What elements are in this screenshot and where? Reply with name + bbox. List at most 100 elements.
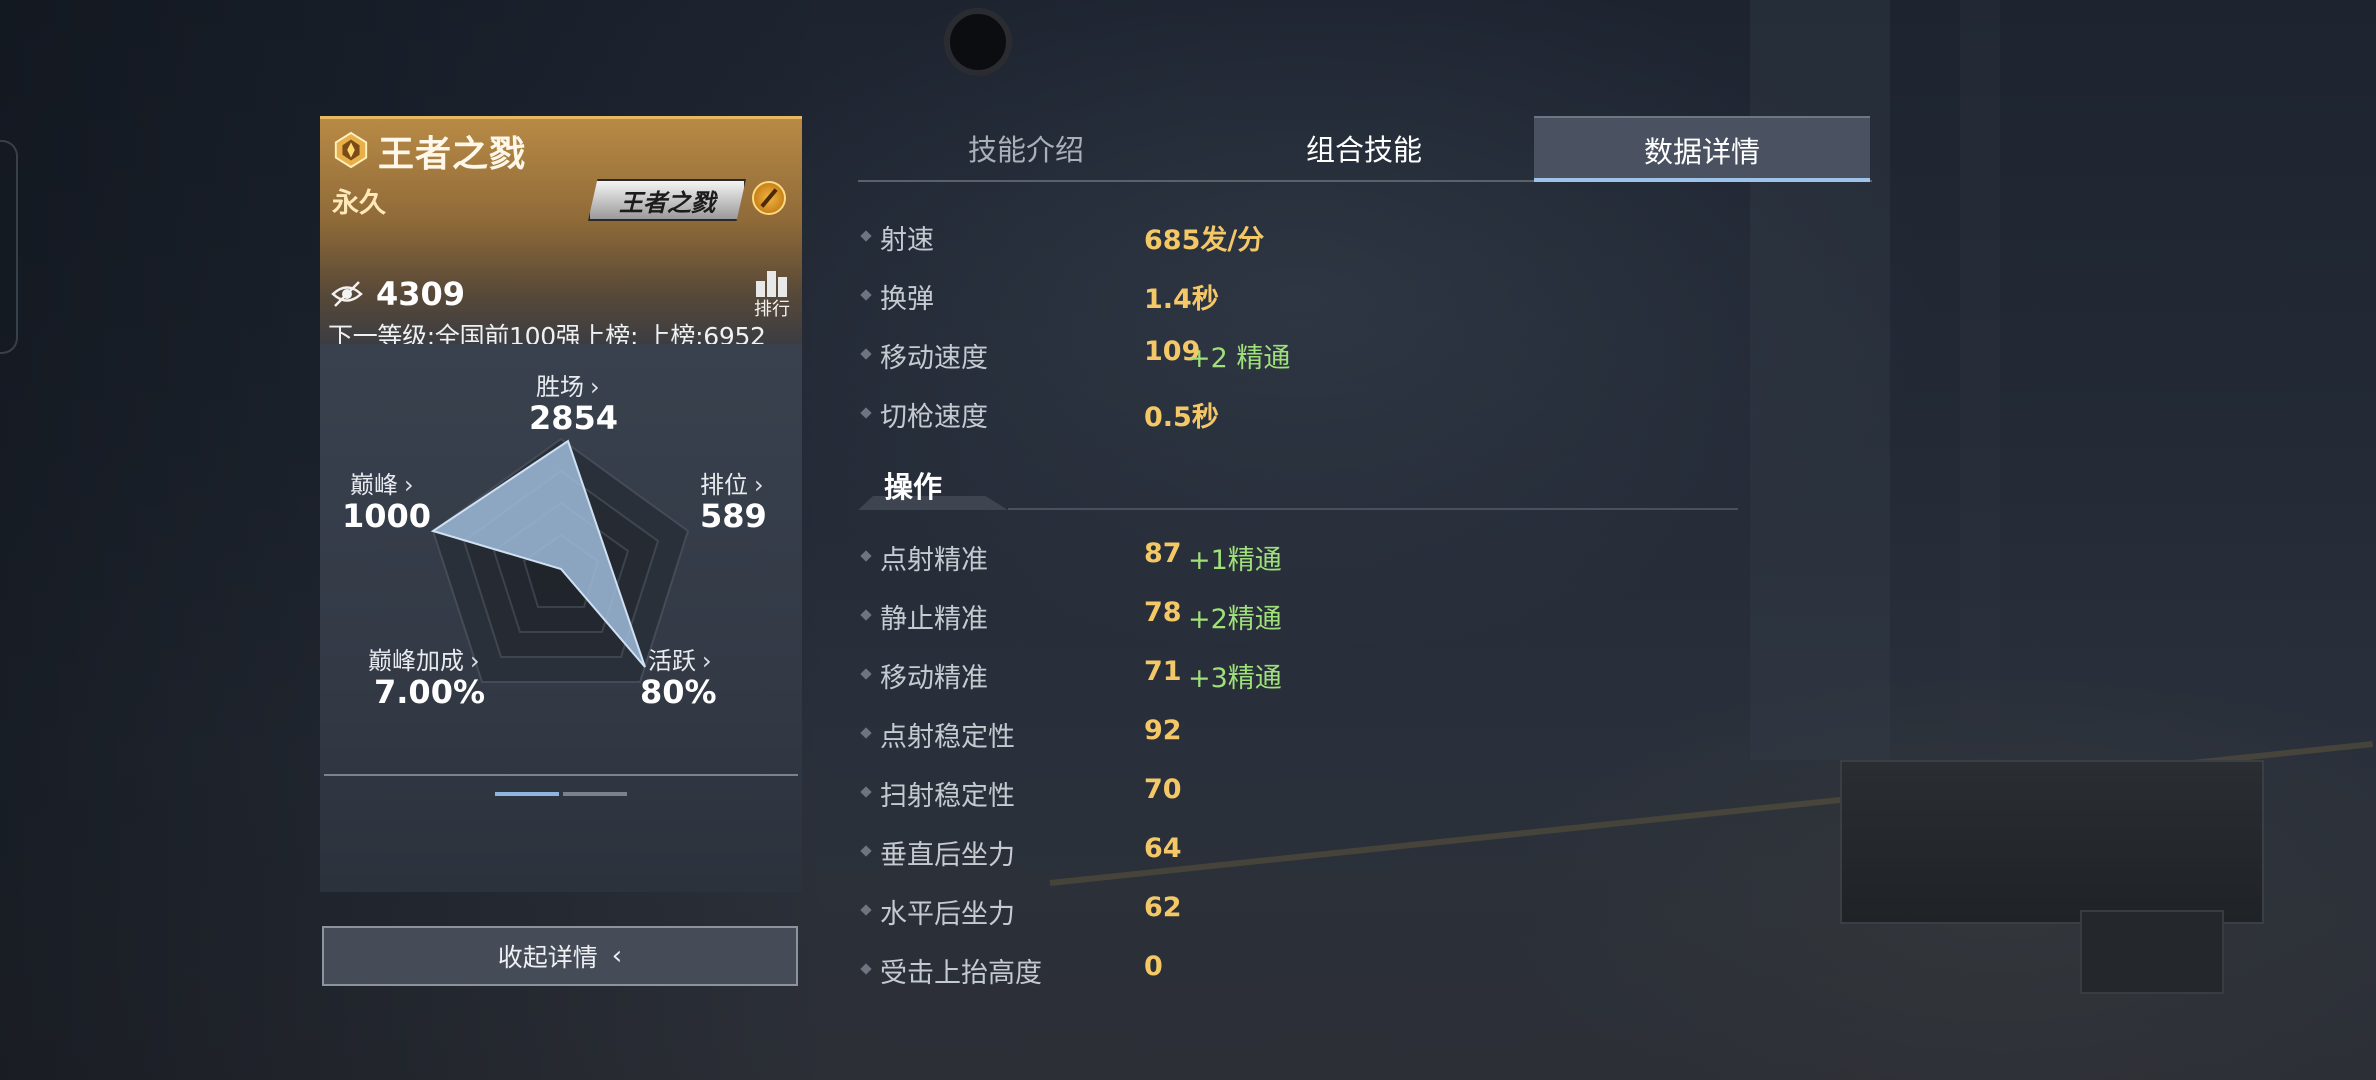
background-crate [1840,760,2264,924]
radar-wins-label: 胜场 [536,373,584,401]
divider [324,774,798,776]
stat-name: 射速 [880,225,934,256]
background-crate [2080,910,2224,994]
bullet-icon [860,230,872,242]
tab-combo-skills[interactable]: 组合技能 [1196,116,1532,180]
chevron-right-icon: › [470,647,480,675]
radar-ranked-value: 589 [700,497,767,535]
bullet-icon [860,550,872,562]
stat-mastery-bonus: +1精通 [1188,545,1282,576]
chevron-right-icon: › [754,471,764,499]
stat-name: 切枪速度 [880,402,988,433]
stat-mastery-bonus: +3精通 [1188,663,1282,694]
tab-skill-intro[interactable]: 技能介绍 [858,116,1194,180]
chevron-left-icon: ‹ [611,941,623,971]
stat-mastery-bonus: +2精通 [1188,604,1282,635]
ranking-bars-icon [756,271,787,297]
stat-name: 受击上抬高度 [880,958,1042,989]
stat-value: 64 [1144,833,1182,864]
background-pillar [1750,0,1890,760]
bullet-icon [860,407,872,419]
weapon-score: 4309 [376,275,466,313]
weapon-duration: 永久 [332,188,386,219]
stat-row: 水平后坐力 62 [858,890,1758,930]
radar-peak-bonus-label: 巅峰加成 [368,647,464,675]
chevron-right-icon: › [404,471,414,499]
bullet-icon [860,727,872,739]
bullet-icon [860,963,872,975]
section-divider [1008,508,1738,510]
radar-peak-bonus-value: 7.00% [374,673,486,711]
radar-peak-label: 巅峰 [350,471,398,499]
bullet-icon [860,904,872,916]
brand-badge-text: 王者之戮 [619,188,715,217]
radar-ranked-label: 排位 [700,471,748,499]
stat-row: 移动速度 109 +2 精通 [858,334,1758,374]
ranking-button[interactable]: 排行 [750,269,794,320]
stat-name: 静止精准 [880,604,988,635]
page-dot[interactable] [563,792,627,796]
operation-section-header: 操作 [858,460,1738,512]
radar-active[interactable]: 活跃 › [648,641,712,676]
stat-name: 点射精准 [880,545,988,576]
stat-name: 点射稳定性 [880,722,1015,753]
page-indicator [495,792,629,796]
stat-value: 62 [1144,892,1182,923]
weapon-card: 王者之戮 永久 王者之戮 4309 排行 下一等级:全国前100强上榜: 上榜:… [320,116,802,990]
bullet-icon [860,845,872,857]
radar-peak-bonus[interactable]: 巅峰加成 › [368,641,480,676]
stat-value: 685发/分 [1144,225,1265,256]
bullet-icon [860,786,872,798]
stat-row: 射速 685发/分 [858,216,1758,256]
radar-wins[interactable]: 胜场 › [536,367,600,402]
radar-peak[interactable]: 巅峰 › [350,465,414,500]
chevron-right-icon: › [702,647,712,675]
stat-name: 移动速度 [880,343,988,374]
radar-active-value: 80% [640,673,717,711]
side-handle [0,140,18,354]
stat-row: 静止精准 78 +2精通 [858,595,1758,635]
weapon-name: 王者之戮 [378,134,527,175]
bullet-icon [860,289,872,301]
stat-row: 移动精准 71 +3精通 [858,654,1758,694]
stat-value: 87 [1144,538,1182,569]
stat-name: 移动精准 [880,663,988,694]
stat-value: 0.5秒 [1144,402,1219,433]
stat-row: 点射精准 87 +1精通 [858,536,1758,576]
page-dot-active[interactable] [495,792,559,796]
radar-active-label: 活跃 [648,647,696,675]
stat-value: 92 [1144,715,1182,746]
stat-value: 70 [1144,774,1182,805]
tab-active-indicator [1534,178,1870,182]
stat-value: 71 [1144,656,1182,687]
radar-peak-value: 1000 [342,497,432,535]
camera-cutout [944,8,1012,76]
stat-name: 换弹 [880,284,934,315]
radar-wins-value: 2854 [529,399,619,437]
stat-name: 扫射稳定性 [880,781,1015,812]
stat-mastery-bonus: +2 精通 [1188,343,1291,374]
stat-row: 切枪速度 0.5秒 [858,393,1758,433]
coin-icon[interactable] [752,181,786,215]
stat-name: 垂直后坐力 [880,840,1015,871]
stat-row: 点射稳定性 92 [858,713,1758,753]
rank-emblem-icon [334,131,368,169]
bullet-icon [860,348,872,360]
detail-tabs: 技能介绍 组合技能 数据详情 [858,116,1872,182]
weapon-brand-badge: 王者之戮 [588,179,746,221]
collapse-details-label: 收起详情 [497,943,598,972]
tab-data-details[interactable]: 数据详情 [1534,116,1870,182]
chevron-right-icon: › [590,373,600,401]
stat-value: 78 [1144,597,1182,628]
stat-row: 垂直后坐力 64 [858,831,1758,871]
bullet-icon [860,609,872,621]
stats-radar: 胜场 › 2854 排位 › 589 巅峰 › 1000 巅峰加成 › 7.00% 活跃… [320,361,802,761]
radar-ranked[interactable]: 排位 › [700,465,764,500]
stat-name: 水平后坐力 [880,899,1015,930]
stat-value: 1.4秒 [1144,284,1219,315]
collapse-details-button[interactable]: 收起详情 ‹ [322,926,798,986]
stat-row: 扫射稳定性 70 [858,772,1758,812]
stat-row: 受击上抬高度 0 [858,949,1758,989]
score-eye-icon [331,281,363,307]
bullet-icon [860,668,872,680]
